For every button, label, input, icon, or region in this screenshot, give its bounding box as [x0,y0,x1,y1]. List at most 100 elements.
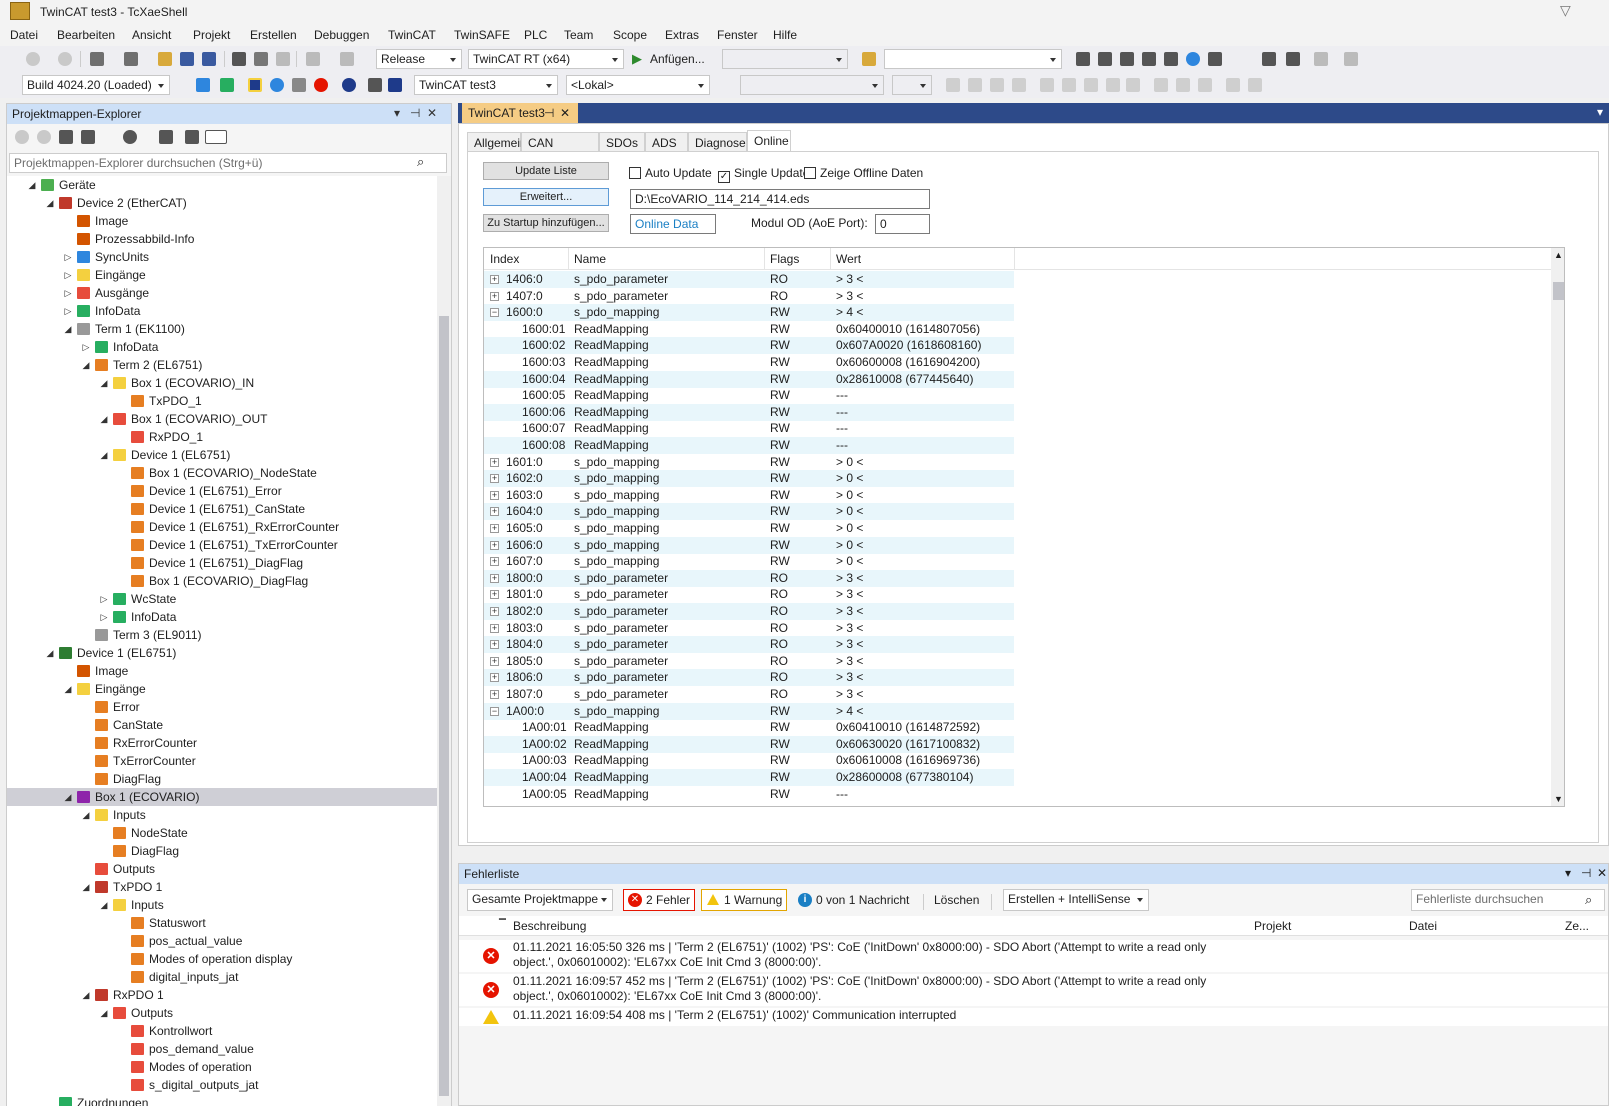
expand-icon[interactable]: + [490,457,499,467]
platform-select[interactable]: TwinCAT RT (x64) [468,49,624,69]
properties-wrench-icon[interactable] [185,130,199,144]
table-row[interactable]: 1600:04 ReadMapping RW 0x28610008 (67744564… [484,370,1014,388]
error-scope-select[interactable]: Gesamte Projektmappe [467,889,613,911]
find-icon[interactable] [862,52,876,66]
find-combo[interactable] [884,49,1062,69]
expand-icon[interactable]: + [490,557,499,567]
collapsed-arrow-icon[interactable]: ▷ [99,594,109,604]
expanded-arrow-icon[interactable]: ◢ [81,810,91,820]
scroll-up-icon[interactable]: ▲ [1554,250,1563,260]
tree-node[interactable]: ◢ Term 1 (EK1100) [7,320,437,338]
table-row[interactable]: +1806:0 s_pdo_parameter RO > 3 < [484,669,1014,687]
tab-allgemein[interactable]: Allgemein [467,132,527,152]
upload-icon[interactable] [1314,52,1328,66]
solution-config-select[interactable] [722,49,848,69]
advanced-button[interactable]: Erweitert... [483,188,609,206]
table-row[interactable]: +1605:0 s_pdo_mapping RW > 0 < [484,520,1014,537]
menu-scope[interactable]: Scope [613,28,647,42]
table-row[interactable]: +1800:0 s_pdo_parameter RO > 3 < [484,569,1014,587]
sort-icon[interactable]: ▔ [499,919,506,930]
expand-icon[interactable]: + [490,573,499,583]
table-row[interactable]: +1606:0 s_pdo_mapping RW > 0 < [484,536,1014,554]
table-row[interactable]: 1600:01 ReadMapping RW 0x60400010 (16148070… [484,321,1014,338]
table-row[interactable]: 1600:08 ReadMapping RW --- [484,437,1014,454]
tab-diagnose[interactable]: Diagnose [688,132,747,152]
expanded-arrow-icon[interactable]: ◢ [81,882,91,892]
twincat-tool-icon[interactable] [1076,52,1090,66]
no-target-icon[interactable] [388,78,402,92]
table-row[interactable]: −1600:0 s_pdo_mapping RW > 4 < [484,304,1014,322]
tab-can-knoten[interactable]: CAN Knoten [521,132,599,164]
tree-node[interactable]: ▷ SyncUnits [7,248,437,266]
terminal-window-icon[interactable] [1208,52,1222,66]
tree-node[interactable]: ◢ Device 1 (EL6751) [7,446,437,464]
tree-node[interactable]: ◢ Inputs [7,896,437,914]
close-icon[interactable]: ✕ [560,106,570,120]
run-mode-icon[interactable] [220,78,234,92]
tree-scrollbar[interactable] [437,176,451,1106]
collapsed-arrow-icon[interactable]: ▷ [63,288,73,298]
step-back-icon[interactable] [1106,78,1120,92]
tree-node[interactable]: ◢ Outputs [7,1004,437,1022]
tree-node[interactable]: pos_actual_value [7,932,437,950]
collapsed-arrow-icon[interactable]: ▷ [81,342,91,352]
activate-config-icon[interactable] [196,78,210,92]
unforce-icon[interactable] [1226,78,1240,92]
paste-icon[interactable] [276,52,290,66]
online-data-field[interactable]: Online Data [630,214,716,234]
globe-icon[interactable] [1186,52,1200,66]
tree-node[interactable]: ▷ InfoData [7,302,437,320]
table-row[interactable]: +1803:0 s_pdo_parameter RO > 3 < [484,620,1014,637]
attach-button[interactable]: Anfügen... [650,52,705,66]
tree-node[interactable]: DiagFlag [7,770,437,788]
write-values-icon[interactable] [1176,78,1190,92]
table-row[interactable]: 1A00:02 ReadMapping RW 0x60630020 (16171008… [484,735,1014,753]
tree-node[interactable]: Device 1 (EL6751)_RxErrorCounter [7,518,437,536]
back-icon[interactable] [15,130,29,144]
back-icon[interactable] [26,52,40,66]
table-row[interactable]: +1805:0 s_pdo_parameter RO > 3 < [484,653,1014,670]
play-icon[interactable]: ▶ [632,51,642,67]
pin-icon[interactable]: ⊣ [1581,866,1591,880]
tab-online[interactable]: Online [747,130,791,152]
expand-icon[interactable]: + [490,690,499,699]
collapsed-arrow-icon[interactable]: ▷ [63,252,73,262]
document-tab-twincat-test3[interactable]: TwinCAT test3 ⊣ ✕ [462,103,578,123]
menu-team[interactable]: Team [564,28,593,42]
show-targets-icon[interactable] [368,78,382,92]
tree-node[interactable]: ▷ InfoData [7,608,437,626]
network-icon[interactable] [1344,52,1358,66]
tree-node[interactable]: pos_demand_value [7,1040,437,1058]
redo-icon[interactable] [340,52,354,66]
expanded-arrow-icon[interactable]: ◢ [99,450,109,460]
pending-changes-icon[interactable] [123,130,137,144]
menu-datei[interactable]: Datei [10,28,38,42]
new-project-icon[interactable] [90,52,104,66]
toggle-freerun-icon[interactable] [342,78,356,92]
collapsed-arrow-icon[interactable]: ▷ [63,306,73,316]
tree-node[interactable]: RxErrorCounter [7,734,437,752]
table-row[interactable]: −1A00:0 s_pdo_mapping RW > 4 < [484,702,1014,720]
pin-icon[interactable]: ⊣ [410,106,420,120]
menu-fenster[interactable]: Fenster [717,28,758,42]
tree-node[interactable]: TxPDO_1 [7,392,437,410]
filter-icon[interactable]: ▽ [1560,2,1571,19]
warnings-filter-button[interactable]: 1 Warnung [701,889,787,911]
auto-update-checkbox[interactable]: Auto Update [629,166,712,180]
table-row[interactable]: +1807:0 s_pdo_parameter RO > 3 < [484,686,1014,703]
eds-path-field[interactable]: D:\EcoVARIO_114_214_414.eds [630,189,930,209]
tree-node[interactable]: Kontrollwort [7,1022,437,1040]
expanded-arrow-icon[interactable]: ◢ [81,360,91,370]
tree-node[interactable]: TxErrorCounter [7,752,437,770]
column-name[interactable]: Name [574,252,606,266]
tree-node[interactable]: ◢ Term 2 (EL6751) [7,356,437,374]
tree-node[interactable]: ◢ Device 1 (EL6751) [7,644,437,662]
expanded-arrow-icon[interactable]: ◢ [99,1008,109,1018]
tree-node[interactable]: Error [7,698,437,716]
collapse-icon[interactable]: − [490,706,499,716]
switch-views-icon[interactable] [81,130,95,144]
search-icon[interactable]: ⌕ [417,154,424,170]
expand-icon[interactable]: + [490,540,499,550]
toolbox-icon[interactable] [1142,52,1156,66]
expand-icon[interactable]: + [490,291,499,301]
